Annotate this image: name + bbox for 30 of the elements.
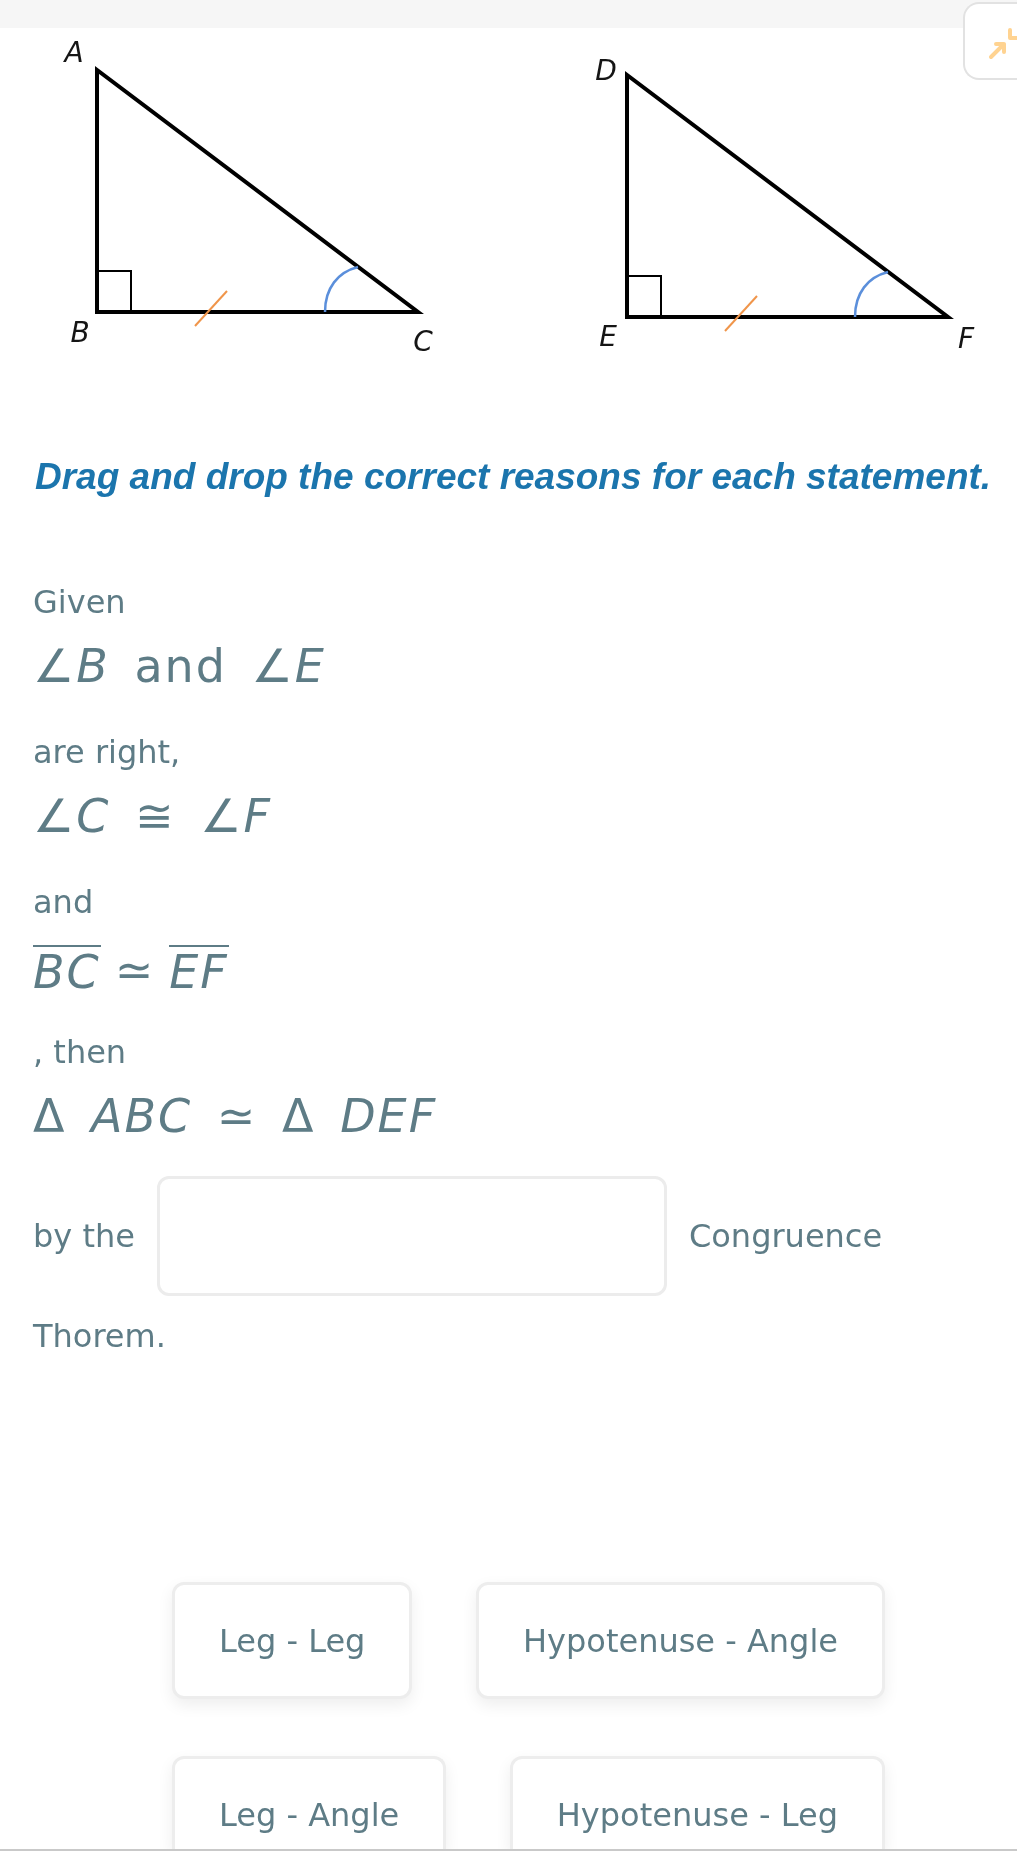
- math-expression: ∠B and ∠E: [33, 638, 326, 695]
- collapse-button[interactable]: [963, 2, 1017, 80]
- statement-text: and: [33, 882, 94, 923]
- angle-arc: [323, 265, 359, 313]
- collapse-icon: [988, 28, 1017, 60]
- vertex-label: B: [70, 316, 90, 349]
- answer-tile[interactable]: Leg - Leg: [172, 1582, 413, 1699]
- tick-mark: [724, 295, 758, 332]
- math-expression: BC ≃ EF: [33, 941, 229, 1001]
- vertex-label: D: [595, 54, 617, 87]
- statement-text: are right,: [33, 732, 181, 773]
- right-angle-mark: [96, 270, 132, 313]
- vertex-label: C: [413, 325, 433, 358]
- answer-tile[interactable]: Leg - Angle: [172, 1756, 447, 1849]
- answer-tile[interactable]: Hypotenuse - Leg: [509, 1756, 885, 1849]
- statement-text: Congruence: [688, 1216, 883, 1256]
- vertex-label: E: [599, 320, 617, 353]
- answer-tile[interactable]: Hypotenuse - Angle: [476, 1582, 885, 1699]
- math-expression: ∠C ≅ ∠F: [33, 788, 272, 845]
- statement-text: by the: [33, 1216, 135, 1256]
- angle-arc: [853, 270, 889, 318]
- vertex-label: A: [64, 36, 84, 69]
- vertex-label: F: [957, 322, 975, 355]
- math-expression: Δ ABC ≃ Δ DEF: [33, 1088, 438, 1145]
- right-angle-mark: [626, 275, 662, 318]
- tick-mark: [194, 290, 228, 327]
- statement-text: Given: [33, 582, 126, 623]
- instruction-title: Drag and drop the correct reasons for each statement.: [35, 457, 992, 497]
- statement-text: Thorem.: [33, 1316, 166, 1357]
- statement-text: , then: [33, 1032, 127, 1073]
